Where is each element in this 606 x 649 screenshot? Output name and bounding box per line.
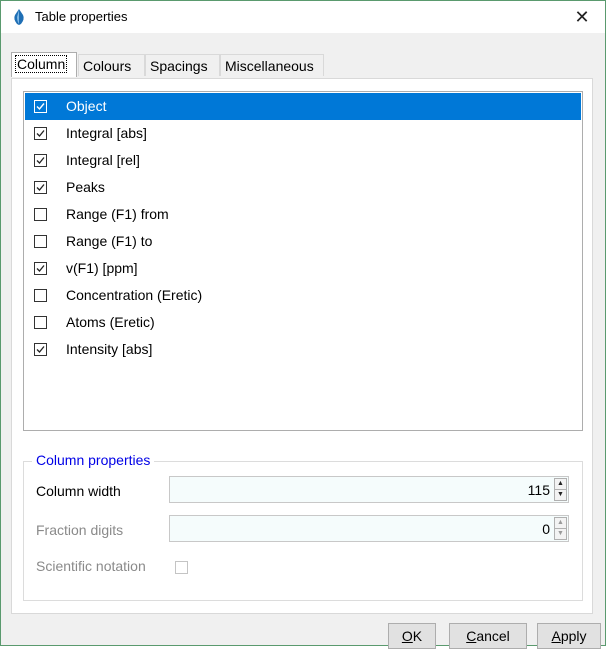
list-item-label: Integral [rel] [66, 152, 140, 168]
spin-up-icon[interactable]: ▲ [555, 479, 566, 490]
close-icon: ✕ [574, 7, 590, 27]
checkbox[interactable] [34, 154, 47, 167]
list-item-label: Integral [abs] [66, 125, 147, 141]
spinner-buttons: ▲ ▼ [554, 478, 567, 501]
fraction-digits-label: Fraction digits [36, 522, 124, 538]
close-button[interactable]: ✕ [559, 1, 605, 33]
checkbox[interactable] [34, 262, 47, 275]
list-item-concentration-eretic[interactable]: Concentration (Eretic) [25, 282, 581, 309]
column-width-spinner[interactable]: 115 ▲ ▼ [169, 476, 569, 503]
checkbox[interactable] [34, 316, 47, 329]
list-item-label: Intensity [abs] [66, 341, 153, 357]
list-item-atoms-eretic[interactable]: Atoms (Eretic) [25, 309, 581, 336]
list-item-label: v(F1) [ppm] [66, 260, 138, 276]
spin-down-icon[interactable]: ▼ [555, 529, 566, 539]
checkbox[interactable] [34, 181, 47, 194]
checkbox[interactable] [34, 100, 47, 113]
list-item-peaks[interactable]: Peaks [25, 174, 581, 201]
tab-colours-label: Colours [83, 58, 132, 74]
fraction-digits-value[interactable]: 0 [542, 521, 550, 537]
checkbox[interactable] [34, 208, 47, 221]
ok-label-rest: K [412, 628, 423, 644]
list-item-range-f1-from[interactable]: Range (F1) from [25, 201, 581, 228]
ok-mnemonic: O [401, 628, 413, 644]
cancel-mnemonic: C [466, 628, 477, 644]
checkbox[interactable] [34, 343, 47, 356]
column-list[interactable]: Object Integral [abs] Integral [rel] Pea… [23, 91, 583, 431]
scientific-notation-label: Scientific notation [36, 558, 146, 574]
checkbox[interactable] [34, 127, 47, 140]
checkbox[interactable] [34, 235, 47, 248]
tab-colours[interactable]: Colours [78, 54, 145, 76]
spin-up-icon[interactable]: ▲ [555, 518, 566, 529]
window-title: Table properties [35, 9, 128, 24]
apply-label-rest: pply [560, 628, 587, 644]
list-item-label: Atoms (Eretic) [66, 314, 155, 330]
checkbox[interactable] [34, 289, 47, 302]
column-width-label: Column width [36, 483, 121, 499]
list-item-label: Concentration (Eretic) [66, 287, 203, 303]
tab-miscellaneous-label: Miscellaneous [225, 58, 314, 74]
list-item-integral-rel[interactable]: Integral [rel] [25, 147, 581, 174]
tab-miscellaneous[interactable]: Miscellaneous [220, 54, 324, 76]
column-width-value[interactable]: 115 [528, 482, 550, 498]
ok-button[interactable]: OK [388, 623, 436, 649]
fraction-digits-spinner[interactable]: 0 ▲ ▼ [169, 515, 569, 542]
tab-column[interactable]: Column [11, 52, 77, 77]
list-item-intensity-abs[interactable]: Intensity [abs] [25, 336, 581, 363]
apply-mnemonic: A [551, 628, 561, 644]
column-properties-group: Column properties Column width 115 ▲ ▼ F… [23, 452, 583, 601]
dialog-window: Table properties ✕ Column Colours Spacin… [0, 0, 606, 649]
list-item-v-f1-ppm[interactable]: v(F1) [ppm] [25, 255, 581, 282]
list-item-range-f1-to[interactable]: Range (F1) to [25, 228, 581, 255]
title-bar[interactable]: Table properties ✕ [1, 1, 605, 33]
spin-down-icon[interactable]: ▼ [555, 490, 566, 500]
group-title: Column properties [32, 452, 155, 468]
list-item-label: Peaks [66, 179, 105, 195]
scientific-notation-checkbox[interactable] [175, 561, 188, 574]
apply-button[interactable]: Apply [537, 623, 601, 649]
tab-spacings-label: Spacings [150, 58, 208, 74]
list-item-integral-abs[interactable]: Integral [abs] [25, 120, 581, 147]
list-item-object[interactable]: Object [25, 93, 581, 120]
cancel-button[interactable]: Cancel [449, 623, 527, 649]
spinner-buttons: ▲ ▼ [554, 517, 567, 540]
tab-spacings[interactable]: Spacings [145, 54, 220, 76]
app-logo-icon [14, 9, 24, 25]
list-item-label: Range (F1) from [66, 206, 169, 222]
cancel-label-rest: ancel [476, 628, 510, 644]
list-item-label: Range (F1) to [66, 233, 153, 249]
list-item-label: Object [66, 98, 107, 114]
tab-column-label: Column [14, 55, 68, 73]
